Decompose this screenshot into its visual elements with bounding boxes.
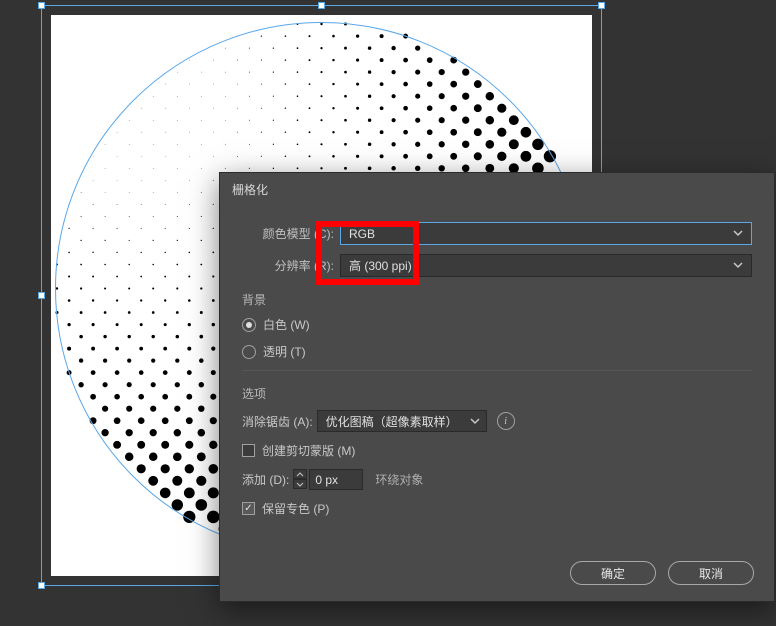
- chevron-down-icon: [733, 227, 743, 242]
- resize-handle[interactable]: [598, 2, 605, 9]
- divider: [242, 370, 752, 371]
- resolution-label: 分辨率 (R):: [242, 257, 334, 274]
- dialog-title: 栅格化: [220, 173, 774, 206]
- cancel-button[interactable]: 取消: [668, 561, 754, 585]
- stepper-up[interactable]: [293, 469, 307, 479]
- ok-button[interactable]: 确定: [570, 561, 656, 585]
- background-transparent-radio[interactable]: [242, 345, 256, 359]
- chevron-down-icon: [470, 415, 480, 430]
- antialias-value: 优化图稿（超像素取样）: [326, 413, 458, 430]
- color-model-value: RGB: [349, 227, 375, 241]
- add-label: 添加 (D):: [242, 471, 289, 488]
- resize-handle[interactable]: [318, 2, 325, 9]
- resize-handle[interactable]: [38, 582, 45, 589]
- resolution-dropdown[interactable]: 高 (300 ppi): [340, 254, 752, 277]
- rasterize-dialog: 栅格化 颜色模型 (C): RGB 分辨率 (R): 高 (300 ppi) 背…: [219, 172, 775, 602]
- background-white-label: 白色 (W): [263, 316, 310, 333]
- background-transparent-label: 透明 (T): [263, 343, 306, 360]
- add-value-input[interactable]: 0 px: [309, 469, 363, 490]
- resize-handle[interactable]: [38, 292, 45, 299]
- antialias-label: 消除锯齿 (A):: [242, 413, 313, 430]
- color-model-label: 颜色模型 (C):: [242, 225, 334, 242]
- resolution-value: 高 (300 ppi): [349, 257, 412, 274]
- add-suffix: 环绕对象: [375, 471, 423, 488]
- clipping-mask-label: 创建剪切蒙版 (M): [262, 442, 355, 459]
- antialias-dropdown[interactable]: 优化图稿（超像素取样）: [317, 410, 487, 432]
- options-section-title: 选项: [242, 385, 752, 402]
- clipping-mask-checkbox[interactable]: [242, 444, 255, 457]
- stepper-down[interactable]: [293, 479, 307, 489]
- background-white-radio[interactable]: [242, 318, 256, 332]
- resize-handle[interactable]: [38, 2, 45, 9]
- color-model-dropdown[interactable]: RGB: [340, 222, 752, 245]
- preserve-spot-label: 保留专色 (P): [262, 500, 329, 517]
- background-section-title: 背景: [242, 291, 752, 308]
- info-icon[interactable]: i: [497, 412, 515, 430]
- chevron-down-icon: [733, 259, 743, 274]
- preserve-spot-checkbox[interactable]: [242, 502, 255, 515]
